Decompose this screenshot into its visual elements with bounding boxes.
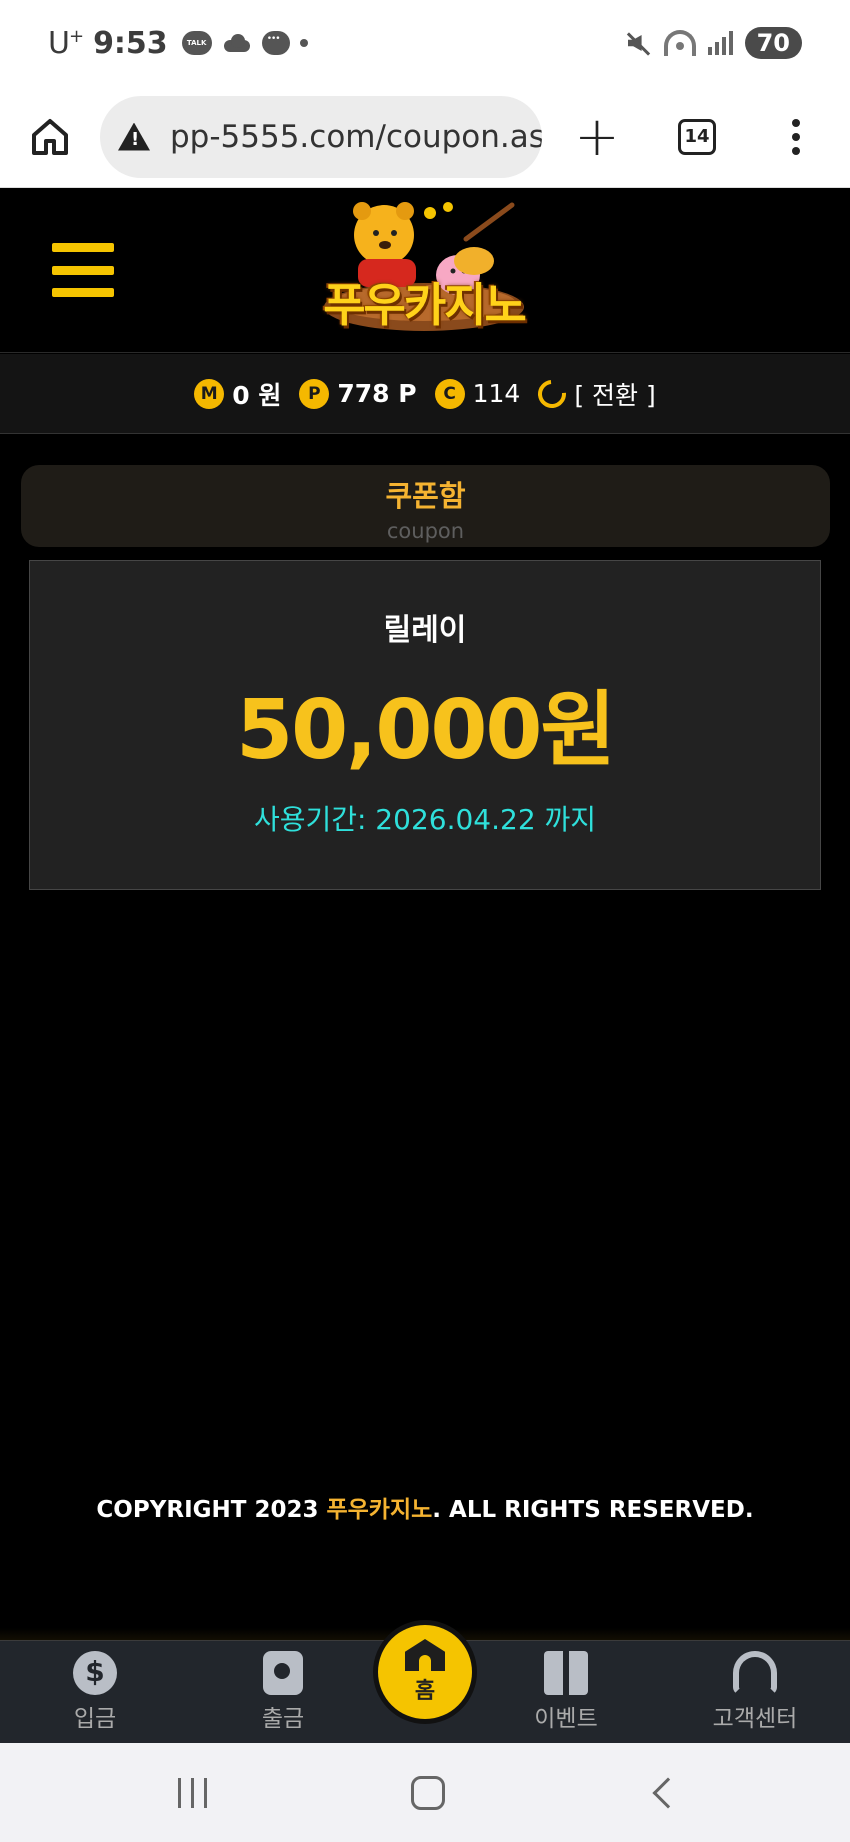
copyright-brand: 푸우카지노	[326, 1497, 433, 1523]
tabs-icon: 14	[678, 118, 716, 155]
browser-toolbar: pp-5555.com/coupon.as + 14	[0, 86, 850, 188]
comp-value: 114	[472, 379, 521, 408]
nav-home-label: 홈	[414, 1679, 436, 1704]
point-value: 778 P	[337, 379, 417, 408]
nav-event[interactable]: 이벤트	[486, 1641, 646, 1744]
carrier-label: U+	[48, 25, 84, 61]
home-icon	[411, 1775, 445, 1810]
address-bar[interactable]: pp-5555.com/coupon.as	[100, 95, 542, 178]
gift-icon	[544, 1651, 588, 1695]
convert-label: [ 전환 ]	[574, 380, 656, 410]
page-subtitle: coupon	[386, 519, 465, 543]
headset-icon	[733, 1651, 777, 1695]
nav-withdraw-label: 출금	[261, 1706, 305, 1732]
back-button[interactable]	[608, 1743, 728, 1842]
plus-icon: +	[574, 104, 620, 168]
site-logo[interactable]: 푸우카지노	[306, 195, 542, 345]
cloud-icon	[222, 34, 252, 52]
coupon-name: 릴레이	[383, 613, 467, 648]
copyright-text: COPYRIGHT 2023 푸우카지노. ALL RIGHTS RESERVE…	[96, 1497, 754, 1523]
signal-icon	[707, 31, 733, 55]
url-text: pp-5555.com/coupon.as	[170, 118, 542, 155]
hamburger-menu-icon[interactable]	[52, 243, 114, 297]
mute-icon	[624, 29, 652, 57]
nav-withdraw[interactable]: 출금	[203, 1641, 363, 1744]
nav-event-label: 이벤트	[534, 1706, 598, 1732]
wifi-icon	[663, 30, 696, 56]
status-bar: U+ 9:53 TALK 70	[0, 0, 850, 86]
coupon-section-header: 쿠폰함 coupon	[21, 465, 830, 547]
browser-home-button[interactable]	[0, 86, 100, 188]
recents-button[interactable]	[132, 1743, 252, 1842]
nav-deposit-label: 입금	[73, 1706, 117, 1732]
clock: 9:53	[93, 25, 168, 61]
recents-icon	[177, 1777, 207, 1808]
message-icon	[261, 31, 290, 55]
nav-support-label: 고객센터	[712, 1706, 798, 1732]
money-balance: M 0 원	[194, 376, 281, 412]
deposit-icon	[73, 1651, 117, 1695]
coupon-amount: 50,000원	[236, 683, 616, 778]
logo-text: 푸우카지노	[323, 278, 527, 332]
money-coin-icon: M	[194, 378, 225, 409]
home-icon	[32, 118, 68, 155]
system-nav-bar	[0, 1743, 850, 1842]
dot-icon	[299, 39, 308, 47]
comp-coin-icon: C	[434, 378, 465, 409]
home-icon	[405, 1639, 445, 1671]
site-header: 푸우카지노	[0, 189, 850, 353]
page-title: 쿠폰함	[385, 479, 466, 513]
battery-icon: 70	[744, 27, 802, 59]
money-value: 0 원	[232, 380, 282, 410]
point-coin-icon: P	[299, 378, 330, 409]
new-tab-button[interactable]: +	[542, 109, 652, 164]
more-vert-icon[interactable]	[742, 118, 850, 155]
system-home-button[interactable]	[368, 1743, 488, 1842]
refresh-icon	[532, 373, 573, 414]
nav-deposit[interactable]: 입금	[15, 1641, 175, 1744]
nav-support[interactable]: 고객센터	[675, 1641, 835, 1744]
warning-icon	[118, 123, 150, 151]
nav-home[interactable]: 홈	[373, 1620, 477, 1724]
kakaotalk-icon: TALK	[181, 31, 212, 55]
coupon-card[interactable]: 릴레이 50,000원 사용기간: 2026.04.22 까지	[29, 560, 821, 890]
comp-balance: C 114	[434, 378, 521, 409]
back-icon	[652, 1776, 684, 1809]
convert-button[interactable]: [ 전환 ]	[532, 373, 656, 414]
point-balance: P 778 P	[299, 378, 417, 409]
withdraw-icon	[263, 1651, 303, 1695]
tab-switcher-button[interactable]: 14	[652, 118, 742, 155]
balance-bar: M 0 원 P 778 P C 114 [ 전환 ]	[0, 354, 850, 434]
coupon-expiry: 사용기간: 2026.04.22 까지	[253, 803, 597, 836]
